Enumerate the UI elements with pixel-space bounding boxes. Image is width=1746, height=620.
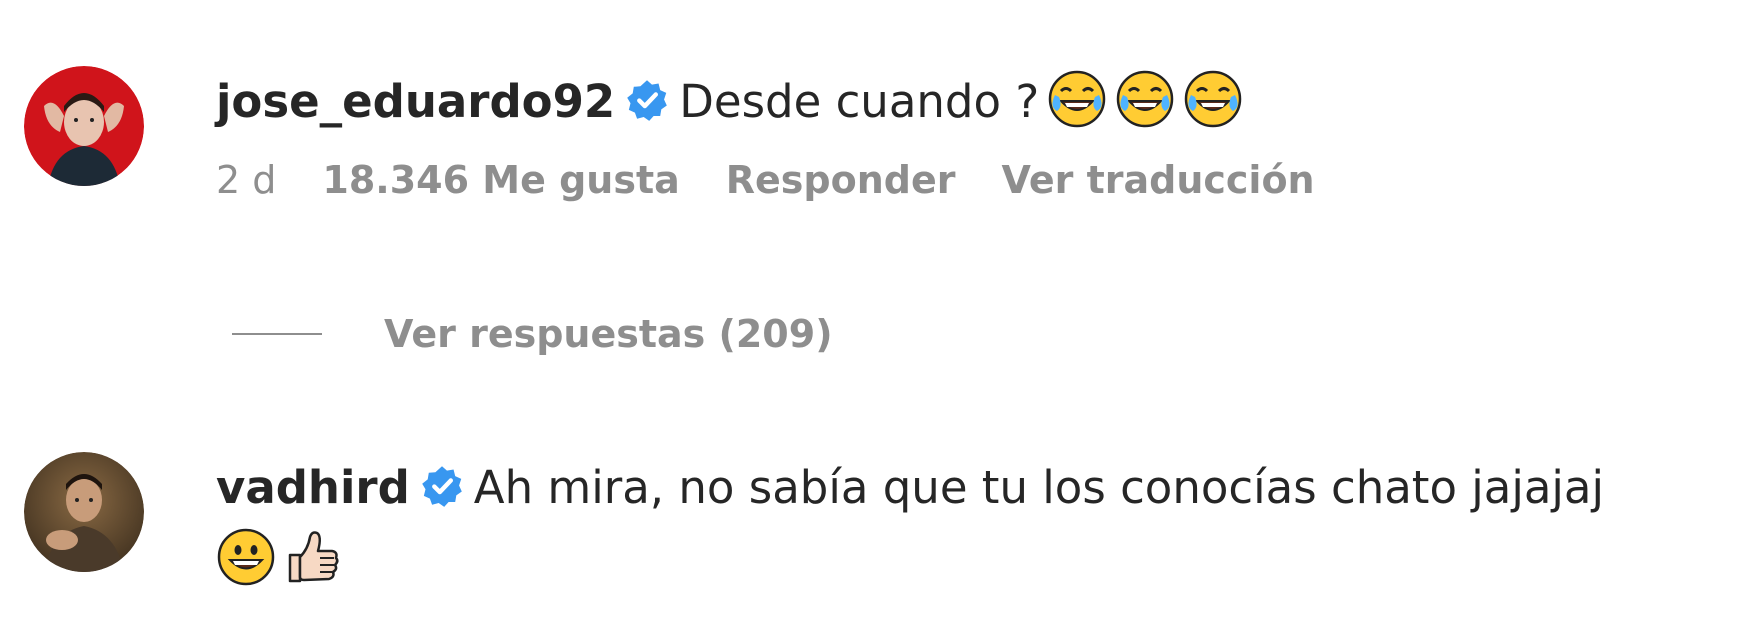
laughing-tears-emoji bbox=[1048, 70, 1106, 128]
reply-button[interactable]: Responder bbox=[726, 158, 956, 202]
translate-button[interactable]: Ver traducción bbox=[1002, 158, 1315, 202]
emoji-group bbox=[1039, 66, 1243, 138]
emoji-group bbox=[216, 524, 1706, 596]
comment-timestamp[interactable]: 2 d bbox=[216, 158, 276, 202]
view-replies-label: Ver respuestas (209) bbox=[384, 312, 833, 356]
comment-username[interactable]: vadhird bbox=[216, 461, 410, 514]
comment-username[interactable]: jose_eduardo92 bbox=[216, 75, 615, 128]
comment-text-line: jose_eduardo92 Desde cuando ? bbox=[216, 66, 1706, 138]
avatar[interactable] bbox=[24, 452, 144, 572]
avatar-image bbox=[24, 452, 144, 572]
laughing-tears-emoji bbox=[1116, 70, 1174, 128]
verified-badge-icon bbox=[627, 80, 668, 121]
likes-count-button[interactable]: 18.346 Me gusta bbox=[322, 158, 679, 202]
avatar-image bbox=[24, 66, 144, 186]
comment-text-line: vadhird Ah mira, no sabía que tu los cono… bbox=[216, 452, 1706, 524]
replies-divider bbox=[232, 333, 322, 335]
verified-badge-icon bbox=[421, 466, 462, 507]
comment-body: Desde cuando ? bbox=[679, 75, 1040, 128]
laughing-tears-emoji bbox=[1184, 70, 1242, 128]
view-replies-button[interactable]: Ver respuestas (209) bbox=[232, 312, 833, 356]
avatar[interactable] bbox=[24, 66, 144, 186]
thumbs-up-emoji bbox=[288, 531, 339, 583]
grinning-face-emoji bbox=[217, 528, 275, 586]
comment-meta: 2 d 18.346 Me gusta Responder Ver traduc… bbox=[216, 158, 1706, 202]
comment-body: Ah mira, no sabía que tu los conocías ch… bbox=[473, 461, 1605, 514]
comments-list: jose_eduardo92 Desde cuando ? 2 d 18.346 … bbox=[0, 0, 1746, 620]
